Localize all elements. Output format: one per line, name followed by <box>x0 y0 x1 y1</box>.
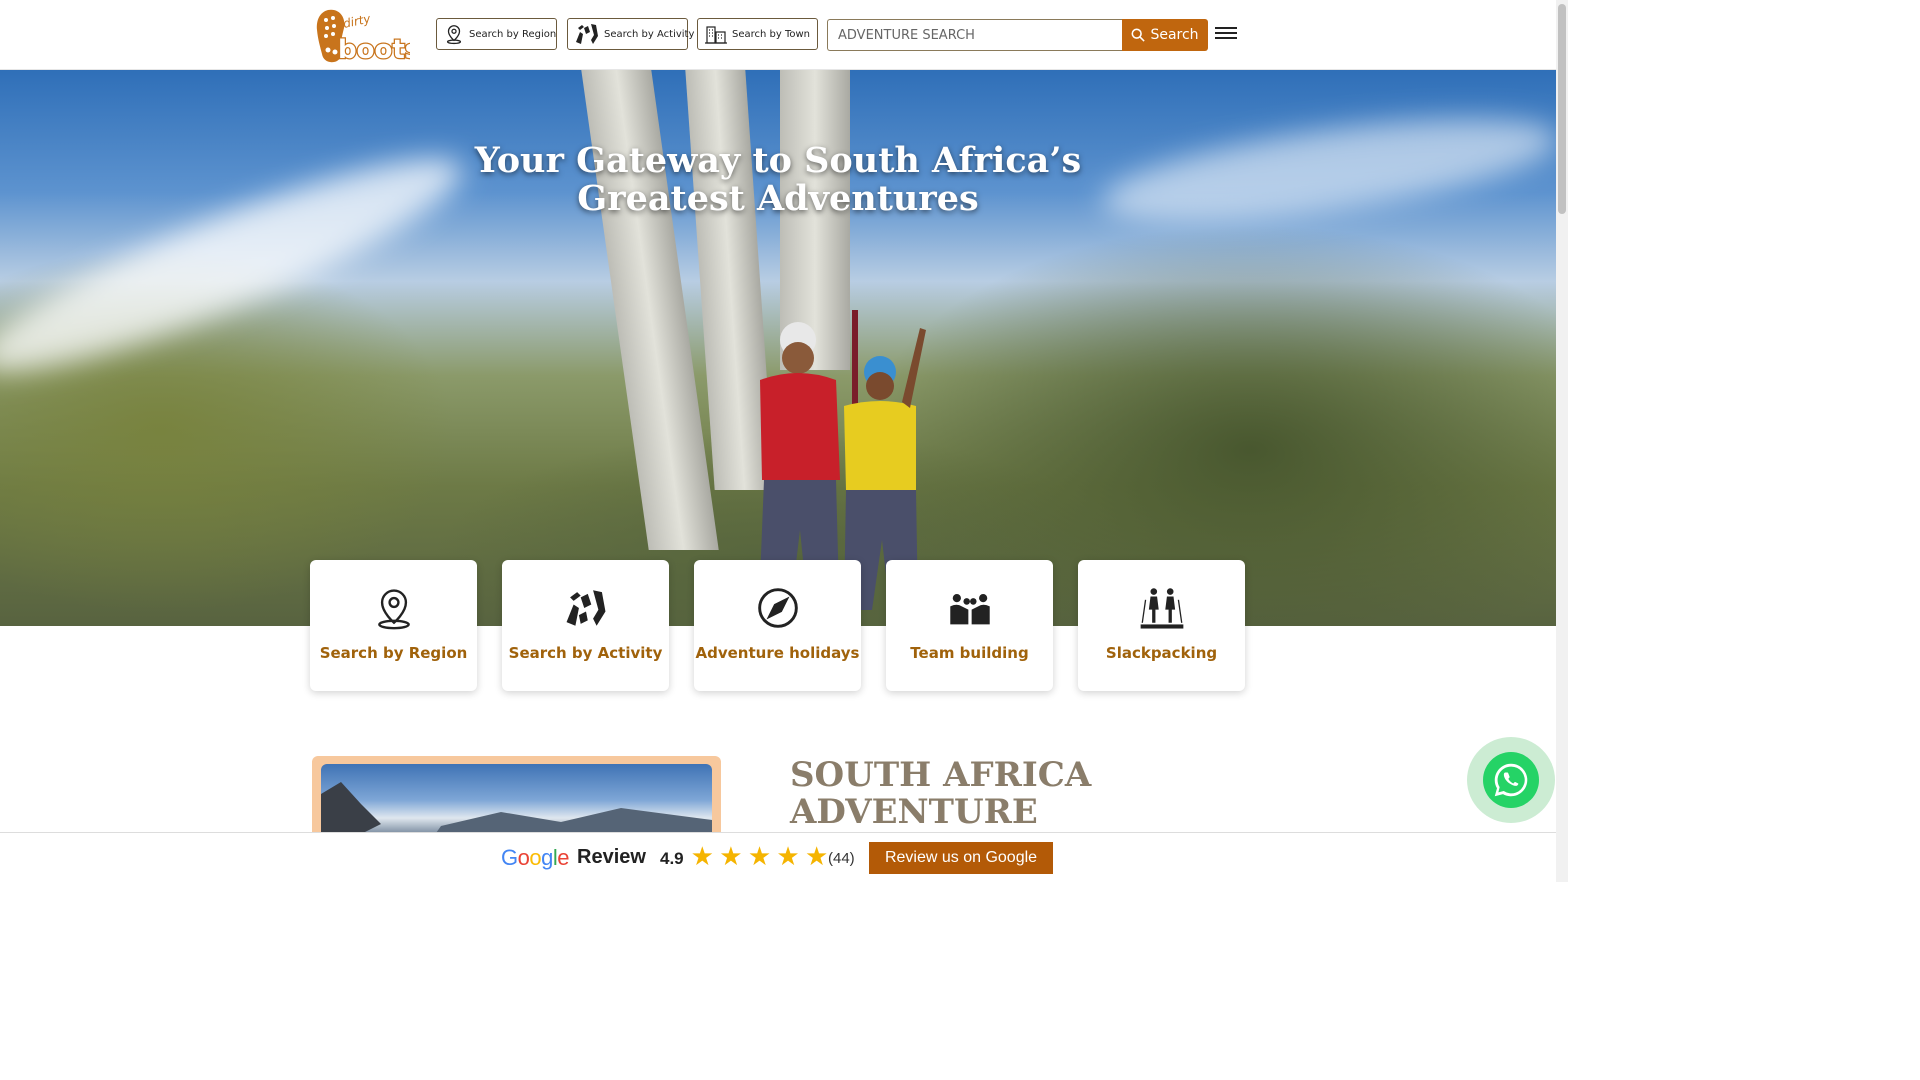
card-label: Slackpacking <box>1105 644 1218 662</box>
page-scrollbar[interactable] <box>1556 0 1568 882</box>
activity-icon <box>576 24 598 44</box>
search-button[interactable]: Search <box>1122 19 1208 51</box>
card-label: Adventure holidays <box>695 644 860 662</box>
hero-title: Your Gateway to South Africa’s Greatest … <box>474 140 1082 219</box>
card-search-by-activity[interactable]: Search by Activity <box>502 560 669 691</box>
menu-icon[interactable] <box>1215 24 1237 44</box>
map-pin-icon <box>446 25 462 45</box>
star-icon: ★ <box>747 842 772 872</box>
review-count: (44) <box>828 850 855 867</box>
star-icon: ★ <box>805 842 829 872</box>
dirty-boots-logo[interactable]: dirty boots <box>314 6 422 66</box>
card-team-building[interactable]: Team building <box>886 560 1053 691</box>
hikers-icon <box>1140 588 1183 629</box>
search-button-label: Search <box>1150 27 1199 43</box>
hero-banner: Your Gateway to South Africa’s Greatest … <box>0 70 1556 626</box>
site-header: dirty boots Search by Region Search by A… <box>0 0 1556 70</box>
search-by-town-button[interactable]: Search by Town <box>697 18 818 50</box>
card-search-by-region[interactable]: Search by Region <box>310 560 477 691</box>
google-review-bar: Google Review 4.9 ★ ★ ★ ★ ★ (44) Review us o… <box>0 832 1556 882</box>
star-icon: ★ <box>690 842 714 872</box>
map-pin-icon <box>377 589 410 630</box>
activity-icon <box>566 590 605 626</box>
whatsapp-chat-button[interactable] <box>1467 737 1555 823</box>
team-icon <box>949 594 990 625</box>
star-icon: ★ <box>776 842 800 872</box>
town-buildings-icon <box>705 26 727 44</box>
whatsapp-icon <box>1494 763 1528 797</box>
review-word: Review <box>577 846 646 868</box>
card-slackpacking[interactable]: Slackpacking <box>1078 560 1245 691</box>
star-icon: ★ <box>719 842 743 872</box>
scrollbar-thumb[interactable] <box>1558 4 1566 214</box>
search-by-activity-label: Search by Activity <box>604 28 695 40</box>
rating-value: 4.9 <box>660 849 684 868</box>
review-us-on-google-button[interactable]: Review us on Google <box>869 842 1053 874</box>
search-by-region-button[interactable]: Search by Region <box>436 18 557 50</box>
compass-icon <box>757 588 798 628</box>
card-adventure-holidays[interactable]: Adventure holidays <box>694 560 861 691</box>
google-logo: Google <box>501 845 570 870</box>
search-by-town-label: Search by Town <box>732 28 811 40</box>
star-rating: ★ ★ ★ ★ ★ <box>688 844 831 870</box>
card-label: Team building <box>910 644 1029 662</box>
search-by-region-label: Search by Region <box>469 28 557 40</box>
svg-text:boots: boots <box>338 35 410 64</box>
search-by-activity-button[interactable]: Search by Activity <box>567 18 694 50</box>
card-label: Search by Activity <box>508 644 663 662</box>
card-label: Search by Region <box>319 644 468 662</box>
search-icon <box>1131 28 1146 42</box>
svg-text:dirty: dirty <box>342 11 373 31</box>
adventure-search-input[interactable] <box>827 19 1123 51</box>
